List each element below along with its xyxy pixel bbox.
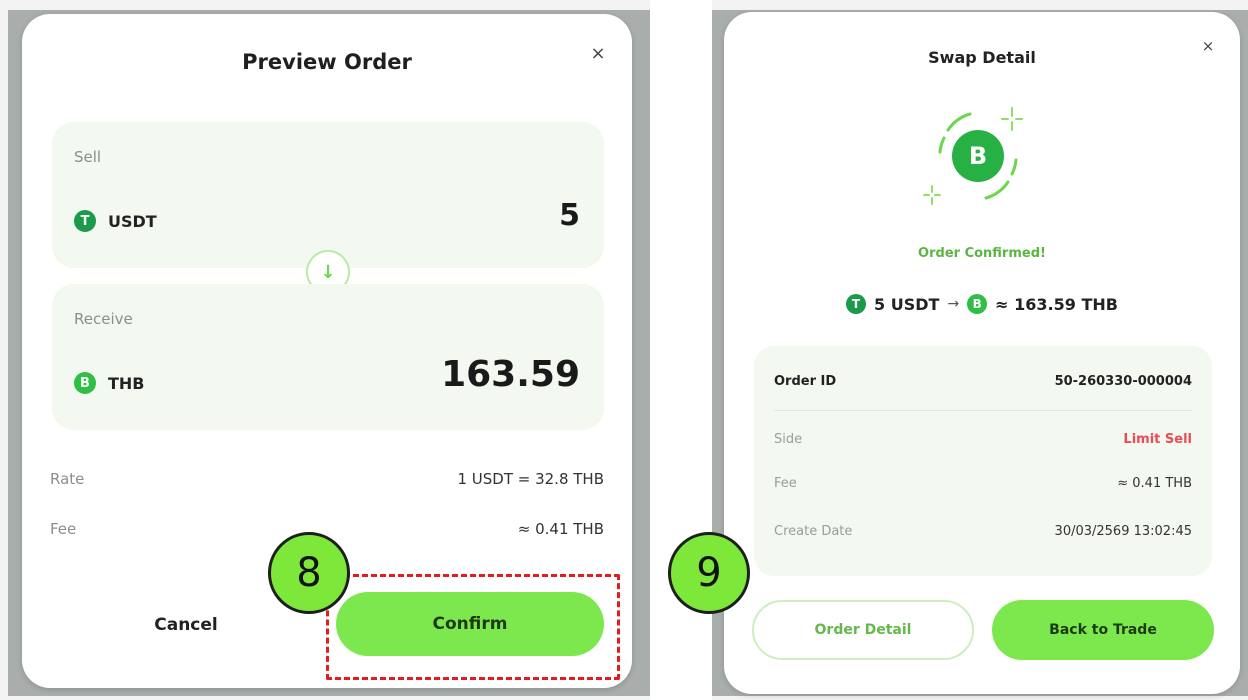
fee-label: Fee — [50, 520, 77, 538]
fee-label: Fee — [774, 476, 797, 491]
create-date-label: Create Date — [774, 524, 853, 539]
fee-row: Fee ≈ 0.41 THB — [774, 476, 1192, 491]
create-date-row: Create Date 30/03/2569 13:02:45 — [774, 524, 1192, 539]
side-row: Side Limit Sell — [774, 432, 1192, 447]
fee-value: ≈ 0.41 THB — [517, 520, 604, 538]
side-value: Limit Sell — [1123, 432, 1192, 447]
step-9-badge: 9 — [668, 532, 750, 614]
receive-panel: Receive B THB 163.59 — [52, 284, 604, 430]
sell-amount: 5 — [559, 198, 580, 233]
step-8-badge: 8 — [268, 532, 350, 614]
cancel-button[interactable]: Cancel — [126, 610, 246, 640]
usdt-icon: T — [846, 294, 867, 314]
thb-icon: B — [74, 372, 96, 394]
back-to-trade-button[interactable]: Back to Trade — [992, 600, 1214, 660]
sell-panel: Sell T USDT 5 — [52, 122, 604, 268]
create-date-value: 30/03/2569 13:02:45 — [1054, 524, 1192, 539]
confirm-highlight-box — [326, 574, 620, 680]
success-coin-glyph: B — [968, 142, 988, 170]
thb-icon: B — [967, 294, 988, 314]
order-id-row: Order ID 50-260330-000004 — [774, 374, 1192, 389]
rate-value: 1 USDT = 32.8 THB — [457, 470, 604, 488]
order-detail-card: Order ID 50-260330-000004 Side Limit Sel… — [754, 346, 1212, 576]
receive-coin: B THB — [74, 372, 145, 394]
order-confirmed-text: Order Confirmed! — [918, 246, 1046, 261]
sell-coin-name: USDT — [108, 211, 157, 231]
swap-summary: T 5 USDT → B ≈ 163.59 THB — [724, 294, 1240, 314]
order-detail-button[interactable]: Order Detail — [752, 600, 974, 660]
arrow-right-icon: → — [947, 296, 960, 312]
modal-title: Swap Detail — [928, 48, 1036, 67]
rate-row: Rate 1 USDT = 32.8 THB — [50, 470, 604, 488]
sell-coin: T USDT — [74, 210, 157, 232]
fee-value: ≈ 0.41 THB — [1117, 476, 1192, 491]
sell-label: Sell — [74, 148, 102, 166]
side-label: Side — [774, 432, 803, 447]
receive-label: Receive — [74, 310, 133, 328]
divider — [774, 410, 1192, 411]
receive-coin-name: THB — [108, 373, 145, 393]
summary-to: ≈ 163.59 THB — [995, 294, 1118, 314]
rate-label: Rate — [50, 470, 85, 488]
modal-title: Preview Order — [242, 50, 412, 74]
swap-detail-modal: Swap Detail × B Order Confirmed! T 5 USD… — [724, 12, 1240, 694]
order-id-label: Order ID — [774, 374, 837, 389]
receive-amount: 163.59 — [441, 354, 580, 395]
usdt-icon: T — [74, 210, 96, 232]
close-icon[interactable]: × — [1196, 34, 1220, 58]
order-id-value: 50-260330-000004 — [1054, 374, 1192, 389]
summary-from: 5 USDT — [874, 294, 940, 314]
close-icon[interactable]: × — [586, 42, 610, 66]
